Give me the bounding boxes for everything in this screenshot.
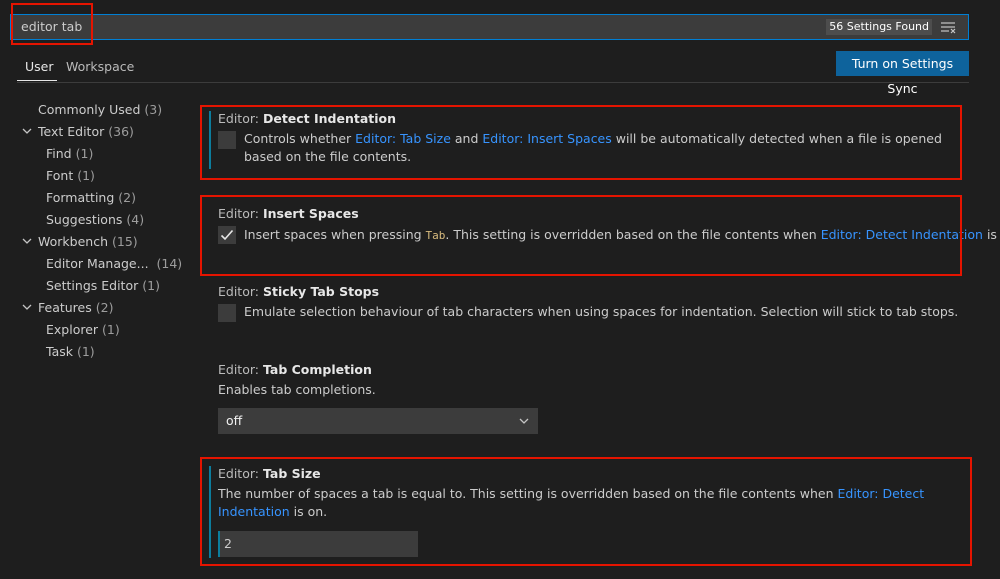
- toc-item-explorer[interactable]: Explorer (1): [46, 322, 120, 337]
- tab-user[interactable]: User: [25, 59, 54, 74]
- toc-item-label: Font: [46, 168, 74, 183]
- setting-category: Editor:: [218, 284, 263, 299]
- setting-name: Tab Completion: [262, 362, 372, 377]
- toc-item-editor-management[interactable]: Editor Manage... (14): [46, 256, 182, 271]
- toc-item-label: Find: [46, 146, 72, 161]
- search-highlight-box: [11, 3, 93, 45]
- detect-indentation-highlight-box: [200, 105, 962, 180]
- toc-item-count: (2): [95, 300, 114, 315]
- chevron-down-icon[interactable]: [21, 125, 33, 137]
- toc-item-label: Task: [46, 344, 73, 359]
- toc-item-count: (1): [102, 322, 120, 337]
- tab-size-highlight-box: [200, 457, 972, 566]
- toc-item-label: Commonly Used: [38, 102, 141, 117]
- toc-item-label: Formatting: [46, 190, 115, 205]
- toc-item-count: (36): [108, 124, 134, 139]
- turn-on-settings-sync-button[interactable]: Turn on Settings Sync: [836, 51, 969, 96]
- toc-item-count: (1): [142, 278, 160, 293]
- toc-item-count: (1): [77, 168, 95, 183]
- toc-item-label: Explorer: [46, 322, 99, 337]
- toc-item-label: Text Editor: [38, 124, 105, 139]
- description-text: is on.: [986, 227, 1000, 242]
- toc-item-count: (14): [156, 256, 183, 271]
- toc-item-suggestions[interactable]: Suggestions (4): [46, 212, 144, 227]
- chevron-down-icon[interactable]: [21, 301, 33, 313]
- setting-name: Sticky Tab Stops: [262, 284, 380, 299]
- toc-item-label: Suggestions: [46, 212, 123, 227]
- setting-title: Editor: Sticky Tab Stops: [218, 284, 379, 299]
- tab-completion-dropdown[interactable]: off: [218, 408, 538, 434]
- toc-item-label: Editor Manage...: [46, 256, 149, 271]
- setting-description: Emulate selection behaviour of tab chara…: [244, 304, 959, 319]
- toc-item-label: Features: [38, 300, 92, 315]
- chevron-down-icon[interactable]: [21, 235, 33, 247]
- tabs-divider: [17, 82, 969, 83]
- setting-title: Editor: Tab Completion: [218, 362, 372, 377]
- dropdown-value: off: [226, 413, 243, 428]
- active-tab-indicator: [17, 80, 57, 81]
- tab-workspace[interactable]: Workspace: [66, 59, 134, 74]
- toc-item-find[interactable]: Find (1): [46, 146, 93, 161]
- clear-filter-icon[interactable]: [940, 20, 956, 34]
- toc-item-workbench[interactable]: Workbench (15): [22, 234, 138, 249]
- results-count-badge: 56 Settings Found: [826, 19, 932, 35]
- settings-search-box[interactable]: 56 Settings Found: [10, 14, 969, 40]
- toc-item-settings-editor[interactable]: Settings Editor (1): [46, 278, 160, 293]
- search-input[interactable]: [21, 19, 621, 34]
- toc-item-label: Settings Editor: [46, 278, 139, 293]
- toc-item-count: (1): [75, 146, 94, 161]
- toc-item-count: (4): [126, 212, 145, 227]
- toc-item-formatting[interactable]: Formatting (2): [46, 190, 136, 205]
- toc-item-count: (3): [144, 102, 163, 117]
- toc-item-count: (2): [118, 190, 136, 205]
- setting-category: Editor:: [218, 362, 263, 377]
- toc-item-features[interactable]: Features (2): [22, 300, 114, 315]
- sticky-tab-stops-checkbox[interactable]: [218, 304, 236, 322]
- toc-item-count: (1): [76, 344, 95, 359]
- toc-item-task[interactable]: Task (1): [46, 344, 95, 359]
- toc-item-commonly-used[interactable]: Commonly Used (3): [38, 102, 162, 117]
- setting-description: Enables tab completions.: [218, 382, 376, 397]
- toc-item-label: Workbench: [38, 234, 108, 249]
- insert-spaces-highlight-box: [200, 195, 962, 276]
- toc-item-text-editor[interactable]: Text Editor (36): [22, 124, 134, 139]
- chevron-down-icon: [519, 418, 529, 424]
- toc-item-font[interactable]: Font (1): [46, 168, 95, 183]
- toc-item-count: (15): [111, 234, 138, 249]
